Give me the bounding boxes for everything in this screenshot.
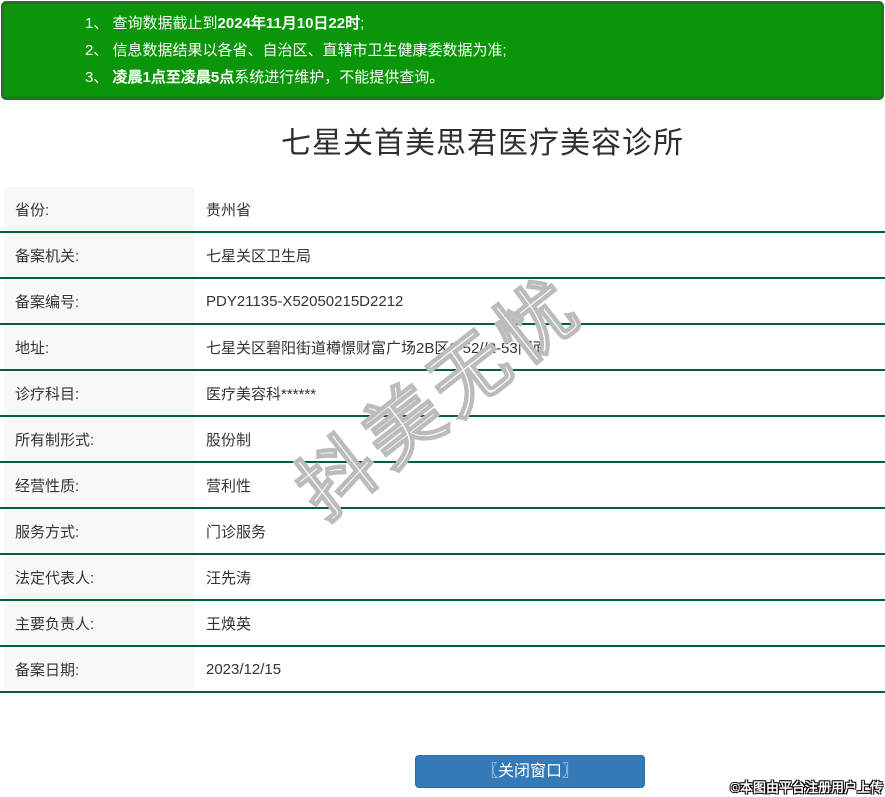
field-label: 备案日期: xyxy=(4,647,194,691)
field-value: 营利性 xyxy=(206,477,252,495)
table-row-business-nature: 经营性质: 营利性 xyxy=(0,463,885,509)
notice-line-2: 2、 信息数据结果以各省、自治区、直辖市卫生健康委数据为准; xyxy=(85,37,871,64)
notice-line-2-text: 2、 信息数据结果以各省、自治区、直辖市卫生健康委数据为准; xyxy=(85,42,507,59)
field-value: 医疗美容科****** xyxy=(206,385,317,403)
field-label: 服务方式: xyxy=(4,509,194,553)
record-detail-table: 省份: 贵州省 备案机关: 七星关区卫生局 备案编号: PDY21135-X52… xyxy=(0,187,885,693)
field-value: 七星关区卫生局 xyxy=(206,247,312,265)
field-label: 备案编号: xyxy=(4,279,194,323)
table-row-ownership-form: 所有制形式: 股份制 xyxy=(0,417,885,463)
notice-banner: 1、 查询数据截止到2024年11月10日22时; 2、 信息数据结果以各省、自… xyxy=(1,1,884,100)
field-label: 诊疗科目: xyxy=(4,371,194,415)
table-row-clinical-subjects: 诊疗科目: 医疗美容科****** xyxy=(0,371,885,417)
image-attribution: ©本图由平台注册用户上传 xyxy=(730,780,883,795)
field-value: 贵州省 xyxy=(206,201,252,219)
notice-line-1-text: 1、 查询数据截止到 xyxy=(85,15,218,32)
notice-line-1: 1、 查询数据截止到2024年11月10日22时; xyxy=(85,10,871,37)
notice-line-3-bold: 凌晨1点至凌晨5点 xyxy=(112,69,235,86)
close-window-button[interactable]: 〖关闭窗口〗 xyxy=(415,755,645,788)
table-row-address: 地址: 七星关区碧阳街道樽憬财富广场2B区2-52//2-53门面 xyxy=(0,325,885,371)
notice-line-1-bold: 2024年11月10日22时 xyxy=(217,15,361,32)
table-row-service-mode: 服务方式: 门诊服务 xyxy=(0,509,885,555)
notice-line-3-tail: 系统进行维护，不能提供查询。 xyxy=(234,69,445,86)
table-row-legal-representative: 法定代表人: 汪先涛 xyxy=(0,555,885,601)
field-value: 门诊服务 xyxy=(206,523,267,541)
field-label: 经营性质: xyxy=(4,463,194,507)
page-title: 七星关首美思君医疗美容诊所 xyxy=(281,127,684,160)
field-label: 所有制形式: xyxy=(4,417,194,461)
field-label: 省份: xyxy=(4,187,194,231)
field-value: PDY21135-X52050215D2212 xyxy=(206,292,404,310)
field-value: 七星关区碧阳街道樽憬财富广场2B区2-52//2-53门面 xyxy=(206,339,548,357)
field-value: 汪先涛 xyxy=(206,569,252,587)
field-label: 法定代表人: xyxy=(4,555,194,599)
field-value: 王焕英 xyxy=(206,615,252,633)
table-row-filing-date: 备案日期: 2023/12/15 xyxy=(0,647,885,693)
field-label: 地址: xyxy=(4,325,194,369)
field-label: 主要负责人: xyxy=(4,601,194,645)
notice-line-3: 3、 凌晨1点至凌晨5点系统进行维护，不能提供查询。 xyxy=(85,64,871,91)
table-row-filing-authority: 备案机关: 七星关区卫生局 xyxy=(0,233,885,279)
table-row-filing-number: 备案编号: PDY21135-X52050215D2212 xyxy=(0,279,885,325)
field-value: 2023/12/15 xyxy=(206,660,282,678)
notice-line-3-text: 3、 xyxy=(85,69,113,86)
table-row-province: 省份: 贵州省 xyxy=(0,187,885,233)
table-row-principal-person: 主要负责人: 王焕英 xyxy=(0,601,885,647)
field-value: 股份制 xyxy=(206,431,252,449)
notice-line-1-tail: ; xyxy=(360,15,365,32)
field-label: 备案机关: xyxy=(4,233,194,277)
